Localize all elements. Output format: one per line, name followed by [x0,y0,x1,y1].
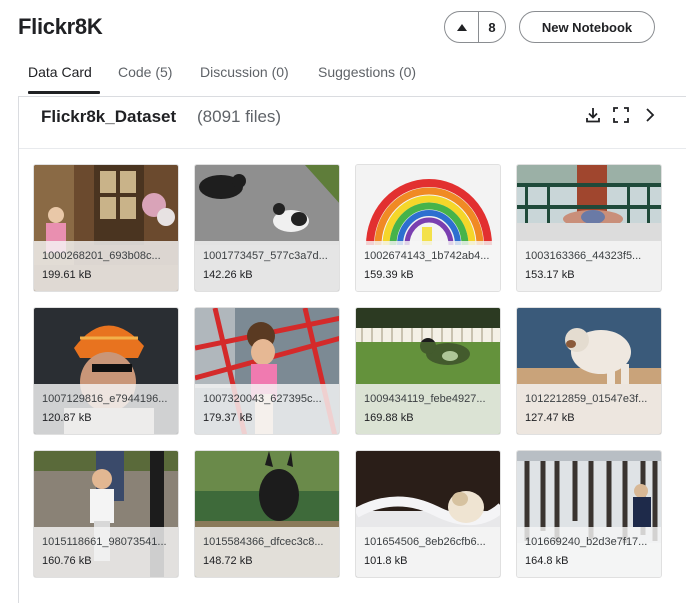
file-meta: 1003163366_44323f5... 153.17 kB [517,241,661,291]
file-name: 1015118661_98073541... [42,536,167,548]
file-card[interactable]: 1015584366_dfcec3c8... 148.72 kB [194,450,340,578]
file-name: 1012212859_01547e3f... [525,393,648,405]
file-size: 153.17 kB [525,269,575,281]
dataset-header: Flickr8k_Dataset (8091 files) [19,97,686,149]
download-icon[interactable] [584,106,602,124]
caret-up-icon [456,23,467,31]
file-size: 179.37 kB [203,412,253,424]
file-name: 1007129816_e7944196... [42,393,168,405]
page-title: Flickr8K [18,14,103,39]
header: Flickr8K 8 New Notebook Data Card Code (… [0,0,686,96]
file-meta: 1007320043_627395c... 179.37 kB [195,384,339,434]
file-meta: 1009434119_febe4927... 169.88 kB [356,384,500,434]
file-size: 169.88 kB [364,412,414,424]
upvote-button[interactable] [445,12,479,42]
file-size: 160.76 kB [42,555,92,567]
file-meta: 1015118661_98073541... 160.76 kB [34,527,178,577]
dataset-panel: Flickr8k_Dataset (8091 files) 1000268201… [18,96,686,603]
dataset-name: Flickr8k_Dataset [41,107,177,126]
file-meta: 1001773457_577c3a7d... 142.26 kB [195,241,339,291]
vote-count: 8 [488,19,496,35]
chevron-right-icon[interactable] [641,106,659,124]
file-card[interactable]: 1009434119_febe4927... 169.88 kB [355,307,501,435]
new-notebook-button[interactable]: New Notebook [519,11,655,43]
active-tab-indicator [28,91,100,94]
tab-suggestions[interactable]: Suggestions (0) [318,64,416,80]
file-name: 101669240_b2d3e7f17... [525,536,648,548]
file-size: 148.72 kB [203,555,253,567]
tab-data-card[interactable]: Data Card [28,64,92,80]
file-size: 120.87 kB [42,412,92,424]
file-meta: 1000268201_693b08c... 199.61 kB [34,241,178,291]
file-grid: 1000268201_693b08c... 199.61 kB 10017734… [33,164,663,580]
file-meta: 101669240_b2d3e7f17... 164.8 kB [517,527,661,577]
file-name: 1007320043_627395c... [203,393,322,405]
file-meta: 1002674143_1b742ab4... 159.39 kB [356,241,500,291]
file-name: 1015584366_dfcec3c8... [203,536,324,548]
file-meta: 1012212859_01547e3f... 127.47 kB [517,384,661,434]
file-name: 1001773457_577c3a7d... [203,250,328,262]
file-size: 159.39 kB [364,269,414,281]
file-card[interactable]: 1003163366_44323f5... 153.17 kB [516,164,662,292]
file-size: 127.47 kB [525,412,575,424]
file-card[interactable]: 101669240_b2d3e7f17... 164.8 kB [516,450,662,578]
file-card[interactable]: 1001773457_577c3a7d... 142.26 kB [194,164,340,292]
file-card[interactable]: 1015118661_98073541... 160.76 kB [33,450,179,578]
file-card[interactable]: 1000268201_693b08c... 199.61 kB [33,164,179,292]
file-name: 1002674143_1b742ab4... [364,250,490,262]
file-card[interactable]: 101654506_8eb26cfb6... 101.8 kB [355,450,501,578]
file-name: 1000268201_693b08c... [42,250,161,262]
file-meta: 101654506_8eb26cfb6... 101.8 kB [356,527,500,577]
file-name: 1003163366_44323f5... [525,250,642,262]
file-card[interactable]: 1007129816_e7944196... 120.87 kB [33,307,179,435]
fullscreen-icon[interactable] [612,106,630,124]
file-size: 164.8 kB [525,555,569,567]
file-name: 1009434119_febe4927... [364,393,486,405]
file-card[interactable]: 1007320043_627395c... 179.37 kB [194,307,340,435]
file-meta: 1015584366_dfcec3c8... 148.72 kB [195,527,339,577]
file-size: 199.61 kB [42,269,92,281]
tab-code[interactable]: Code (5) [118,64,172,80]
file-name: 101654506_8eb26cfb6... [364,536,486,548]
file-card[interactable]: 1012212859_01547e3f... 127.47 kB [516,307,662,435]
dataset-file-count: (8091 files) [197,107,282,126]
upvote-group: 8 [444,11,506,43]
file-size: 142.26 kB [203,269,253,281]
tab-discussion[interactable]: Discussion (0) [200,64,289,80]
file-size: 101.8 kB [364,555,408,567]
file-meta: 1007129816_e7944196... 120.87 kB [34,384,178,434]
tab-bar: Data Card Code (5) Discussion (0) Sugges… [0,56,686,96]
file-card[interactable]: 1002674143_1b742ab4... 159.39 kB [355,164,501,292]
